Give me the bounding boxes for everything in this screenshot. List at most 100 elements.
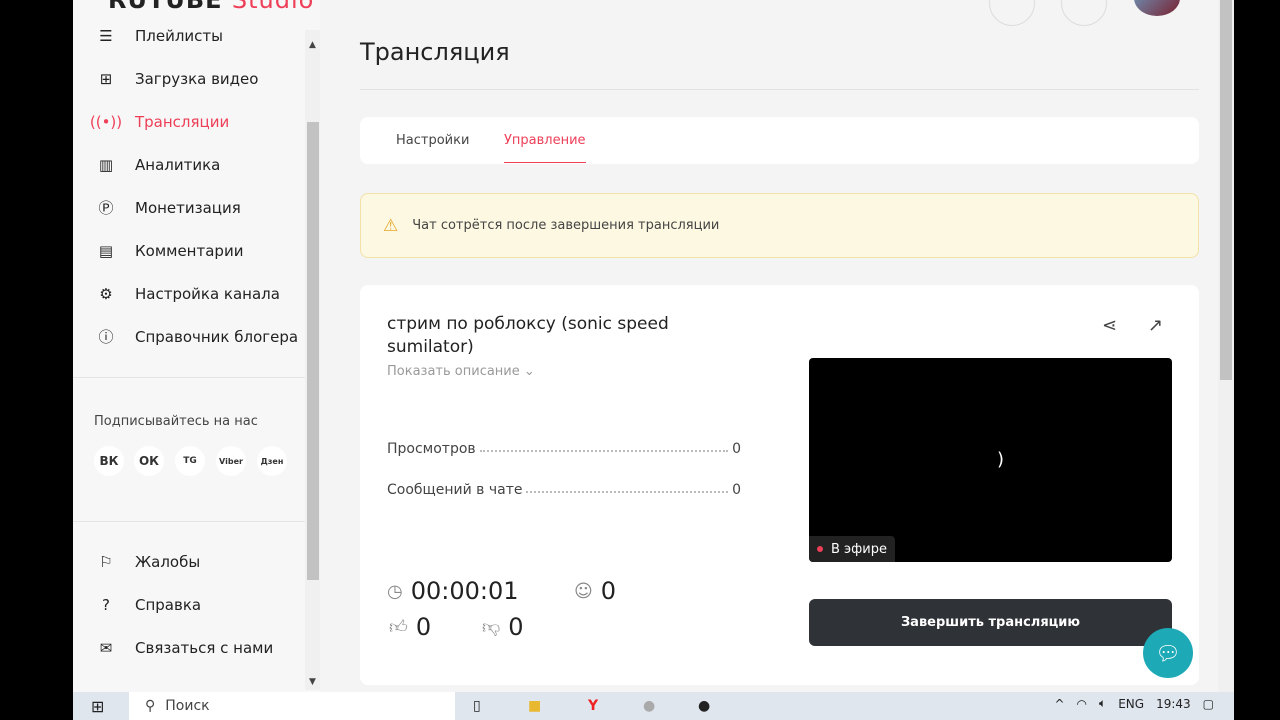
views-stat: Просмотров 0 [387,441,741,457]
gear-icon: ⚙ [99,284,113,303]
viewers-count: ☺ 0 [574,577,616,605]
show-description-link[interactable]: Показать описание ⌄ [387,364,535,379]
dotted-leader [479,441,729,452]
telegram-icon[interactable]: TG [175,446,205,476]
live-dot-icon [817,546,823,552]
sidebar-item-help[interactable]: ? Справка [73,583,305,626]
upload-file-icon: ⊞ [99,69,113,88]
support-chat-icon[interactable]: 💬︎ [1143,628,1193,678]
divider [360,89,1199,90]
sidebar-item-label: Справочник блогера [135,327,299,346]
share-icon[interactable]: ⋖ [1102,315,1117,336]
notifications-button[interactable] [1061,0,1107,26]
messages-label: Сообщений в чате [387,482,523,498]
thumbs-up-icon: 👍︎ [389,617,408,638]
end-broadcast-button[interactable]: Завершить трансляцию [809,599,1172,646]
windows-start-icon[interactable]: ⊞ [91,697,104,716]
sidebar-item-label: Настройка канала [135,284,280,303]
avatar[interactable] [1134,0,1180,16]
app-icon[interactable]: ● [643,698,655,714]
loading-spinner-icon: ) [997,449,1005,470]
duration: ◷ 00:00:01 [387,577,519,605]
search-icon: ⚲ [145,698,156,714]
yandex-browser-icon[interactable]: Y [588,698,598,714]
wifi-icon[interactable]: ◠ [1077,697,1087,711]
obs-icon[interactable]: ● [698,698,710,714]
sidebar-item-label: Комментарии [135,241,244,260]
dislikes-value: 0 [508,613,524,641]
user-icon: ☺ [574,580,593,602]
ok-icon[interactable]: ОК [134,446,164,476]
sidebar-item-label: Справка [135,595,202,614]
sidebar-item-channel-settings[interactable]: ⚙ Настройка канала [73,272,305,315]
sidebar-item-comments[interactable]: ▤ Комментарии [73,229,305,272]
thumbs-down-icon: 👎︎ [482,617,501,638]
volume-icon[interactable]: 🔈︎ [1099,696,1106,711]
messages-stat: Сообщений в чате 0 [387,482,741,498]
divider [73,377,305,378]
ruble-icon: Ⓟ [98,199,114,217]
sidebar-item-label: Трансляции [135,112,230,131]
sidebar-item-contact[interactable]: ✉ Связаться с нами [73,626,305,669]
viewers-value: 0 [600,577,617,605]
tab-settings[interactable]: Настройки [396,133,469,148]
clock-icon: ◷ [387,580,403,602]
tab-management[interactable]: Управление [504,133,586,163]
sidebar-item-blogger-guide[interactable]: ⓘ Справочник блогера [73,315,305,358]
sidebar-item-label: Связаться с нами [135,638,274,657]
sidebar-item-playlists[interactable]: ☰ Плейлисты [73,14,305,57]
page-scrollbar-thumb[interactable] [1220,0,1232,380]
sidebar-item-upload[interactable]: ⊞ Загрузка видео [73,57,305,100]
dzen-icon[interactable]: Дзен [257,446,287,476]
page-title: Трансляция [360,38,510,66]
tray-chevron-icon[interactable]: ^ [1054,697,1064,711]
dotted-leader [526,482,729,493]
scroll-down-icon[interactable]: ▼ [309,677,316,687]
rutube-studio-page: RUTUBE Studio ☰ Плейлисты ⊞ Загрузка видео… [73,0,1234,692]
broadcast-icon: ((•)) [89,112,123,131]
stream-card: стрим по роблоксу (sonic speed sumilator… [360,285,1199,685]
logo[interactable]: RUTUBE Studio [108,0,314,14]
duration-value: 00:00:01 [410,577,519,605]
views-label: Просмотров [387,441,476,457]
sidebar-item-analytics[interactable]: ▥ Аналитика [73,143,305,186]
search-placeholder: Поиск [165,698,210,714]
tabs: Настройки Управление [360,117,1199,164]
system-tray: ^ ◠ 🔈︎ ENG 19:43 ▢ [1054,696,1214,711]
sidebar-item-monetization[interactable]: Ⓟ Монетизация [73,186,305,229]
chevron-down-icon: ⌄ [523,364,535,379]
sidebar-item-complaints[interactable]: ⚐ Жалобы [73,540,305,583]
live-label: В эфире [831,541,887,557]
clock[interactable]: 19:43 [1156,697,1191,711]
sidebar-item-label: Плейлисты [135,26,224,45]
help-icon: ? [102,595,110,614]
dislikes-count: 👎︎ 0 [482,613,524,641]
live-badge: В эфире [809,536,895,562]
warning-icon: ⚠ [383,215,399,236]
stream-title: стрим по роблоксу (sonic speed sumilator… [387,314,669,357]
divider [73,521,305,522]
likes-value: 0 [415,613,432,641]
file-explorer-icon[interactable]: ■ [528,698,541,714]
mail-icon: ✉ [99,638,113,657]
likes-count: 👍︎ 0 [389,613,431,641]
vk-icon[interactable]: ВК [94,446,124,476]
warning-text: Чат сотрётся после завершения трансляции [412,218,720,233]
scroll-up-icon[interactable]: ▲ [309,40,316,50]
header-button[interactable] [989,0,1035,26]
sidebar-item-broadcasts[interactable]: ((•)) Трансляции [73,100,305,143]
comment-icon: ▤ [98,241,114,260]
sidebar-scrollbar-thumb[interactable] [307,122,319,580]
task-view-icon[interactable]: ▯ [473,698,481,714]
taskbar-search[interactable]: ⚲ Поиск [129,692,455,720]
info-icon: ⓘ [98,328,114,346]
notifications-icon[interactable]: ▢ [1203,697,1214,711]
language-indicator[interactable]: ENG [1118,697,1144,711]
sidebar-item-label: Загрузка видео [135,69,259,88]
chart-icon: ▥ [98,155,114,174]
sidebar-item-label: Монетизация [135,198,241,217]
viber-icon[interactable]: Viber [216,446,246,476]
open-external-icon[interactable]: ↗ [1148,315,1163,336]
sidebar: RUTUBE Studio ☰ Плейлисты ⊞ Загрузка видео… [73,0,320,692]
video-preview[interactable]: ) В эфире [809,358,1172,562]
